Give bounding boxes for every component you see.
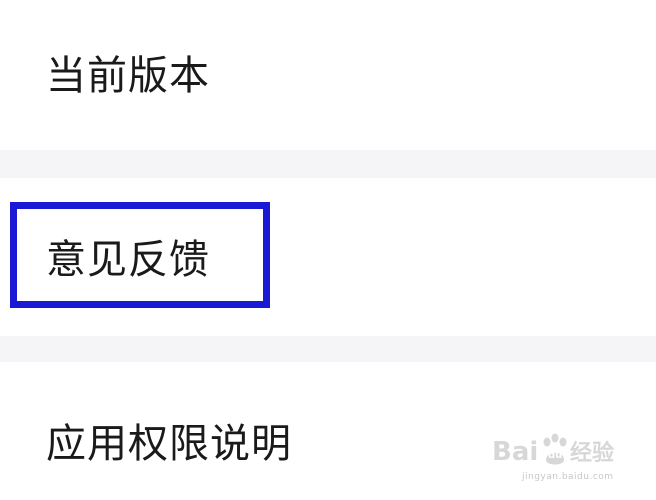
baidu-paw-icon: Bai 经验 du (492, 433, 614, 467)
svg-text:du: du (548, 450, 562, 461)
svg-text:Bai: Bai (492, 437, 538, 467)
annotation-highlight-box (10, 202, 270, 308)
settings-item-label: 应用权限说明 (46, 421, 292, 467)
settings-item-label: 当前版本 (46, 53, 210, 99)
section-separator (0, 336, 656, 362)
watermark-domain: jingyan.baidu.com (522, 472, 614, 482)
baidu-jingyan-watermark: Bai 经验 du jingyan.baidu.com (492, 426, 622, 482)
settings-item-current-version[interactable]: 当前版本 (0, 0, 656, 150)
svg-text:经验: 经验 (570, 440, 614, 466)
section-separator (0, 150, 656, 178)
